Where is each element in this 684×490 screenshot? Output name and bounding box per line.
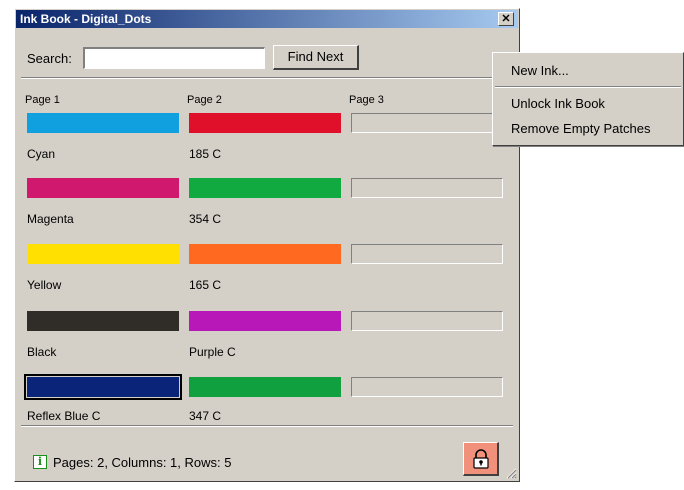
resize-grip-icon[interactable] — [505, 467, 517, 479]
ink-name: Magenta — [27, 212, 74, 226]
lock-button[interactable] — [463, 442, 499, 476]
ink-swatch-magenta[interactable] — [27, 178, 179, 198]
lock-icon — [472, 448, 489, 469]
ink-swatch-reflex-blue-c[interactable] — [24, 374, 182, 400]
ink-name: 347 C — [189, 409, 222, 423]
page-header-3: Page 3 — [349, 94, 384, 106]
window-title: Ink Book - Digital_Dots — [20, 12, 152, 26]
page-header-1: Page 1 — [25, 94, 60, 106]
empty-patch[interactable] — [351, 244, 503, 264]
title-bar: Ink Book - Digital_Dots ✕ — [16, 10, 518, 28]
search-label: Search: — [27, 51, 72, 66]
search-input[interactable] — [83, 47, 265, 69]
ink-swatch-purple-c[interactable] — [189, 311, 341, 331]
ink-name: 354 C — [189, 212, 222, 226]
ink-name: 165 C — [189, 278, 222, 292]
menu-item-new-ink[interactable]: New Ink... — [511, 63, 569, 78]
ink-book-window: Ink Book - Digital_Dots ✕ Search: Find N… — [14, 8, 520, 482]
menu-item-remove-empty-patches[interactable]: Remove Empty Patches — [511, 121, 650, 136]
ink-swatch-yellow[interactable] — [27, 244, 179, 264]
ink-swatch-165c[interactable] — [189, 244, 341, 264]
ink-name: Cyan — [27, 147, 56, 161]
status-separator — [21, 425, 513, 427]
ink-swatch-black[interactable] — [27, 311, 179, 331]
empty-patch[interactable] — [351, 377, 503, 397]
ink-swatch-354c[interactable] — [189, 178, 341, 198]
menu-item-unlock-ink-book[interactable]: Unlock Ink Book — [511, 96, 605, 111]
info-icon: i — [33, 455, 47, 469]
close-icon: ✕ — [501, 13, 511, 25]
empty-patch[interactable] — [351, 113, 503, 133]
ink-swatch-cyan[interactable] — [27, 113, 179, 133]
ink-name: Purple C — [189, 345, 236, 359]
menu-separator — [495, 86, 681, 88]
separator — [21, 77, 513, 79]
ink-name: Black — [27, 345, 57, 359]
ink-swatch-347c[interactable] — [189, 377, 341, 397]
find-next-button[interactable]: Find Next — [273, 45, 359, 70]
ink-name: Yellow — [27, 278, 62, 292]
empty-patch[interactable] — [351, 178, 503, 198]
ink-swatch-185c[interactable] — [189, 113, 341, 133]
empty-patch[interactable] — [351, 311, 503, 331]
ink-name: Reflex Blue C — [27, 409, 101, 423]
close-button[interactable]: ✕ — [498, 12, 514, 26]
context-menu: New Ink... Unlock Ink Book Remove Empty … — [492, 52, 684, 146]
ink-name: 185 C — [189, 147, 222, 161]
status-text: Pages: 2, Columns: 1, Rows: 5 — [53, 455, 232, 470]
page-header-2: Page 2 — [187, 94, 222, 106]
